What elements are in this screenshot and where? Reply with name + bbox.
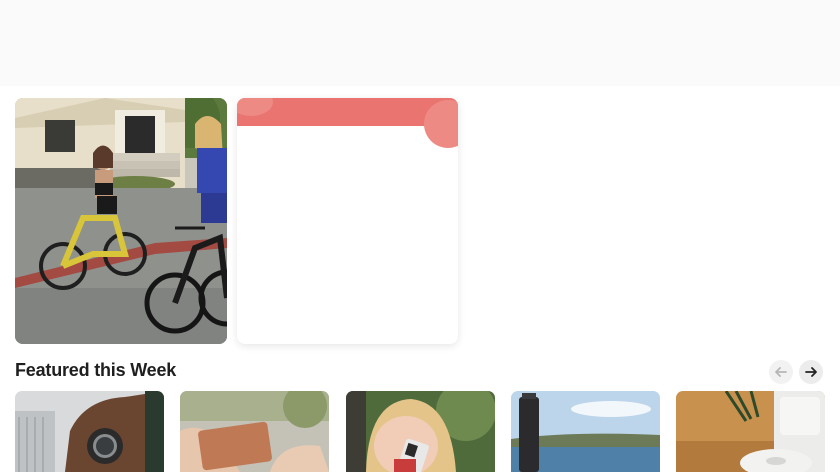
hero-image-cyclists[interactable] [15, 98, 227, 344]
product-thumb-robot-vacuum[interactable] [676, 391, 825, 472]
card-header-band [237, 98, 458, 148]
carousel-prev-button[interactable] [769, 360, 793, 384]
product-thumb-wallet[interactable] [180, 391, 329, 472]
arrow-right-icon [805, 367, 817, 377]
arrow-left-icon [775, 367, 787, 377]
card-decor-blob [424, 100, 458, 148]
carousel-next-button[interactable] [799, 360, 823, 384]
promo-card[interactable] [237, 98, 458, 344]
section-title: Featured this Week [15, 360, 177, 380]
product-thumb-thermos[interactable] [511, 391, 660, 472]
card-decor-blob [237, 98, 273, 116]
product-thumb-smartwatch[interactable] [15, 391, 164, 472]
product-thumb-phone[interactable] [346, 391, 495, 472]
top-banner-area [0, 0, 840, 86]
